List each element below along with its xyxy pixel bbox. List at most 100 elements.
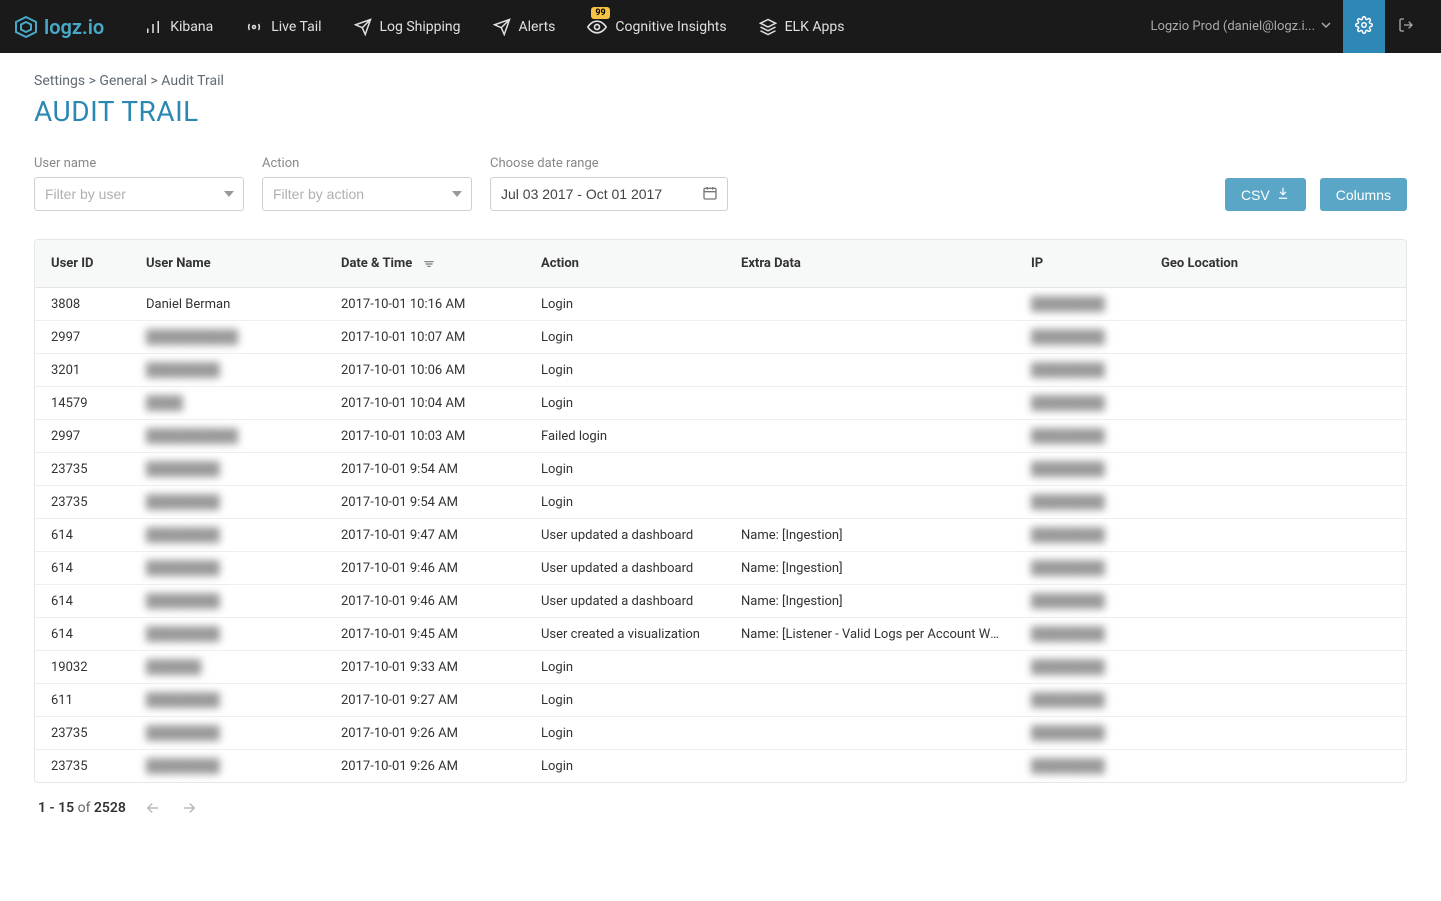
cell-datetime: 2017-10-01 9:26 AM bbox=[325, 750, 525, 783]
col-action[interactable]: Action bbox=[525, 240, 725, 288]
cell-geo bbox=[1145, 354, 1406, 387]
nav-kibana[interactable]: Kibana bbox=[144, 18, 213, 36]
col-ip[interactable]: IP bbox=[1015, 240, 1145, 288]
table-row: 614████████2017-10-01 9:46 AMUser update… bbox=[35, 585, 1406, 618]
cell-datetime: 2017-10-01 9:46 AM bbox=[325, 552, 525, 585]
col-username[interactable]: User Name bbox=[130, 240, 325, 288]
cell-geo bbox=[1145, 684, 1406, 717]
col-extra[interactable]: Extra Data bbox=[725, 240, 1015, 288]
columns-button[interactable]: Columns bbox=[1320, 178, 1407, 211]
filter-date-group: Choose date range bbox=[490, 156, 728, 211]
breadcrumb-settings[interactable]: Settings bbox=[34, 73, 85, 89]
filter-action-select[interactable] bbox=[262, 177, 472, 211]
date-range-picker[interactable] bbox=[490, 177, 728, 211]
logo[interactable]: logz.io bbox=[14, 15, 104, 39]
cell-userid: 614 bbox=[35, 552, 130, 585]
cell-username: Daniel Berman bbox=[130, 288, 325, 321]
cell-username: ████████ bbox=[130, 585, 325, 618]
table-row: 23735████████2017-10-01 9:26 AMLogin████… bbox=[35, 717, 1406, 750]
cell-action: Login bbox=[525, 387, 725, 420]
page-next[interactable] bbox=[180, 799, 198, 817]
csv-button[interactable]: CSV bbox=[1225, 178, 1306, 211]
sort-icon bbox=[422, 257, 436, 271]
cell-ip: ████████ bbox=[1015, 354, 1145, 387]
filter-user-label: User name bbox=[34, 156, 244, 171]
col-userid[interactable]: User ID bbox=[35, 240, 130, 288]
cell-datetime: 2017-10-01 9:54 AM bbox=[325, 486, 525, 519]
cell-geo bbox=[1145, 552, 1406, 585]
cell-action: Login bbox=[525, 321, 725, 354]
cell-geo bbox=[1145, 387, 1406, 420]
date-range-input[interactable] bbox=[490, 177, 728, 211]
page-prev[interactable] bbox=[144, 799, 162, 817]
logo-icon bbox=[14, 15, 38, 39]
cell-extra bbox=[725, 420, 1015, 453]
cell-datetime: 2017-10-01 9:46 AM bbox=[325, 585, 525, 618]
cell-extra: Name: [Ingestion] bbox=[725, 519, 1015, 552]
cell-username: ████████ bbox=[130, 552, 325, 585]
cell-userid: 614 bbox=[35, 519, 130, 552]
nav-alerts[interactable]: Alerts bbox=[493, 18, 556, 36]
calendar-icon bbox=[702, 185, 718, 205]
filter-user-select[interactable] bbox=[34, 177, 244, 211]
nav-logshipping[interactable]: Log Shipping bbox=[354, 18, 461, 36]
filters-row: User name Action Choose date range CSV bbox=[34, 156, 1407, 211]
table-row: 614████████2017-10-01 9:47 AMUser update… bbox=[35, 519, 1406, 552]
settings-button[interactable] bbox=[1343, 0, 1385, 53]
account-dropdown[interactable]: Logzio Prod (daniel@logz.i... bbox=[1138, 19, 1343, 34]
cell-datetime: 2017-10-01 10:04 AM bbox=[325, 387, 525, 420]
breadcrumb-audit: Audit Trail bbox=[161, 73, 224, 89]
cell-username: ████████ bbox=[130, 519, 325, 552]
cell-geo bbox=[1145, 420, 1406, 453]
cell-username: ████████ bbox=[130, 618, 325, 651]
cell-username: ████ bbox=[130, 387, 325, 420]
cell-datetime: 2017-10-01 9:47 AM bbox=[325, 519, 525, 552]
cell-extra: Name: [Listener - Valid Logs per Account… bbox=[725, 618, 1015, 651]
logout-button[interactable] bbox=[1385, 0, 1427, 53]
bar-chart-icon bbox=[144, 18, 162, 36]
breadcrumb-general[interactable]: General bbox=[99, 73, 147, 89]
table-row: 3201████████2017-10-01 10:06 AMLogin████… bbox=[35, 354, 1406, 387]
nav-elkapps-label: ELK Apps bbox=[785, 19, 845, 35]
cell-extra: Name: [Ingestion] bbox=[725, 552, 1015, 585]
cell-datetime: 2017-10-01 9:27 AM bbox=[325, 684, 525, 717]
alert-icon bbox=[493, 18, 511, 36]
cell-geo bbox=[1145, 651, 1406, 684]
nav-livetail[interactable]: Live Tail bbox=[245, 18, 321, 36]
cell-geo bbox=[1145, 321, 1406, 354]
nav-cognitive[interactable]: 99 Cognitive Insights bbox=[587, 17, 726, 37]
cell-action: User updated a dashboard bbox=[525, 552, 725, 585]
cell-userid: 3808 bbox=[35, 288, 130, 321]
cell-ip: ████████ bbox=[1015, 651, 1145, 684]
filter-user-input[interactable] bbox=[34, 177, 244, 211]
cell-extra bbox=[725, 453, 1015, 486]
cell-datetime: 2017-10-01 9:33 AM bbox=[325, 651, 525, 684]
cell-datetime: 2017-10-01 10:06 AM bbox=[325, 354, 525, 387]
col-datetime[interactable]: Date & Time bbox=[325, 240, 525, 288]
cell-action: Failed login bbox=[525, 420, 725, 453]
filter-action-input[interactable] bbox=[262, 177, 472, 211]
cell-username: ██████ bbox=[130, 651, 325, 684]
cell-action: User updated a dashboard bbox=[525, 519, 725, 552]
cell-action: User created a visualization bbox=[525, 618, 725, 651]
cell-ip: ████████ bbox=[1015, 420, 1145, 453]
send-icon bbox=[354, 18, 372, 36]
table-row: 19032██████2017-10-01 9:33 AMLogin██████… bbox=[35, 651, 1406, 684]
cell-userid: 19032 bbox=[35, 651, 130, 684]
cell-ip: ████████ bbox=[1015, 453, 1145, 486]
cell-datetime: 2017-10-01 10:07 AM bbox=[325, 321, 525, 354]
cell-action: Login bbox=[525, 486, 725, 519]
cell-userid: 23735 bbox=[35, 453, 130, 486]
cell-username: ████████ bbox=[130, 486, 325, 519]
cell-ip: ████████ bbox=[1015, 684, 1145, 717]
cell-userid: 23735 bbox=[35, 717, 130, 750]
breadcrumb: Settings > General > Audit Trail bbox=[34, 73, 1407, 89]
cell-userid: 614 bbox=[35, 618, 130, 651]
filters-right: CSV Columns bbox=[1225, 178, 1407, 211]
cell-geo bbox=[1145, 750, 1406, 783]
cell-extra bbox=[725, 387, 1015, 420]
cell-userid: 2997 bbox=[35, 321, 130, 354]
nav-elkapps[interactable]: ELK Apps bbox=[759, 18, 845, 36]
cell-extra: Name: [Ingestion] bbox=[725, 585, 1015, 618]
col-geo[interactable]: Geo Location bbox=[1145, 240, 1406, 288]
